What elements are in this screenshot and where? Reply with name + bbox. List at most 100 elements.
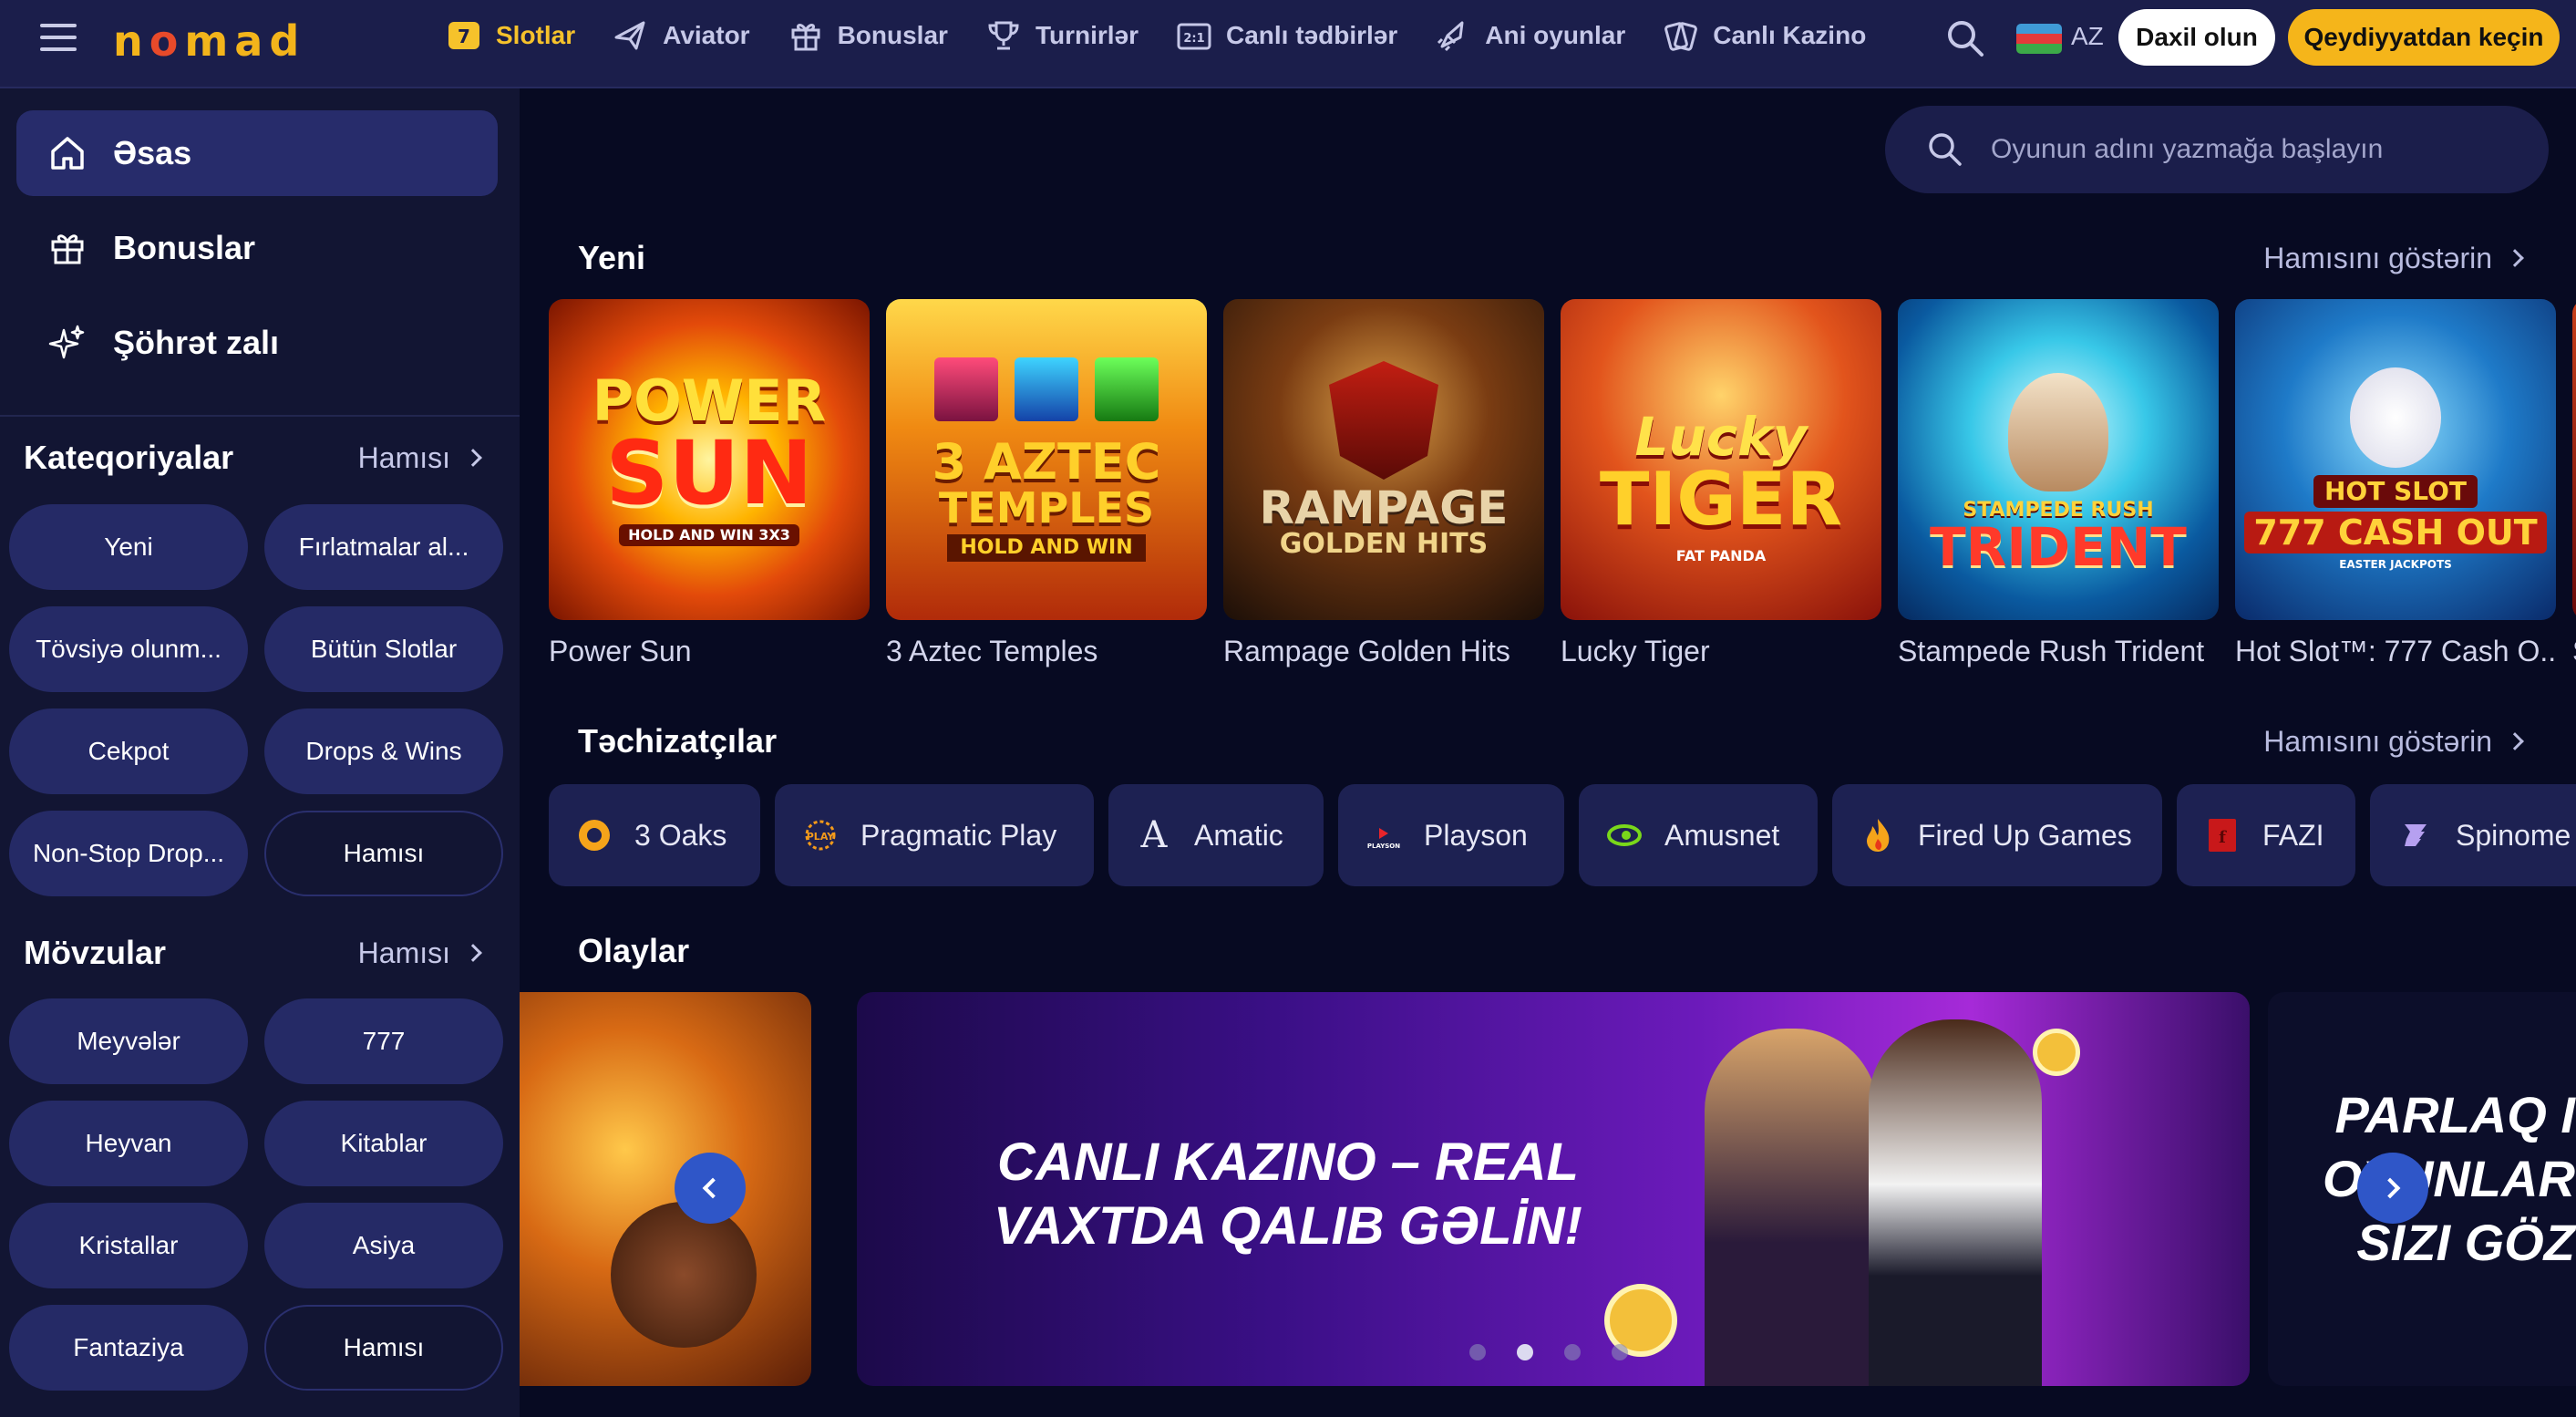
game-name: S bbox=[2572, 635, 2576, 668]
flag-az-icon[interactable] bbox=[2016, 24, 2062, 54]
game-name: Stampede Rush Trident bbox=[1898, 635, 2205, 667]
categories-header: Kateqoriyalar Hamısı bbox=[24, 439, 482, 477]
game-thumbnail: HOT SLOT 777 CASH OUT EASTER JACKPOTS bbox=[2235, 299, 2556, 620]
carousel-dot[interactable] bbox=[1564, 1344, 1581, 1360]
provider-card[interactable]: PLAY Pragmatic Play bbox=[775, 784, 1094, 886]
logo[interactable]: nomad bbox=[113, 16, 305, 66]
bunny-art bbox=[2350, 367, 2441, 468]
carousel-dot[interactable] bbox=[1612, 1344, 1628, 1360]
providers-header: Təchizatçılar Hamısını göstərin bbox=[578, 722, 2524, 760]
game-card[interactable]: Lucky TIGER FAT PANDA Lucky Tiger bbox=[1561, 299, 1881, 668]
event-banner-main[interactable]: CANLI KAZINO – REAL VAXTDA QALIB GƏLİN! bbox=[857, 992, 2250, 1386]
event-banner-title: CANLI KAZINO – REAL VAXTDA QALIB GƏLİN! bbox=[994, 1131, 1582, 1258]
carousel-next-button[interactable] bbox=[2357, 1153, 2428, 1224]
categories-all-link[interactable]: Hamısı bbox=[357, 440, 482, 475]
nav-item-canli-kazino[interactable]: Canlı Kazino bbox=[1660, 15, 1866, 57]
game-card[interactable]: S bbox=[2572, 299, 2576, 668]
game-card[interactable]: STAMPEDE RUSH TRIDENT Stampede Rush Trid… bbox=[1898, 299, 2219, 668]
theme-all-pill[interactable]: Hamısı bbox=[264, 1305, 503, 1391]
nav-item-turnirler[interactable]: Turnirlər bbox=[983, 15, 1139, 57]
pragmatic-icon: PLAY bbox=[802, 817, 839, 853]
events-carousel: CANLI KAZINO – REAL VAXTDA QALIB GƏLİN! P… bbox=[520, 992, 2576, 1386]
category-pill[interactable]: Drops & Wins bbox=[264, 708, 503, 794]
themes-all-link[interactable]: Hamısı bbox=[358, 936, 482, 970]
provider-card[interactable]: f FAZI bbox=[2177, 784, 2355, 886]
game-thumbnail: STAMPEDE RUSH TRIDENT bbox=[1898, 299, 2219, 620]
providers-title: Təchizatçılar bbox=[578, 722, 778, 760]
dealer-woman-art bbox=[1705, 1029, 1878, 1386]
fazi-icon: f bbox=[2204, 817, 2241, 853]
category-pill[interactable]: Fırlatmalar al... bbox=[264, 504, 503, 590]
provider-card[interactable]: 3 Oaks bbox=[549, 784, 760, 886]
game-card[interactable]: POWER SUN HOLD AND WIN 3X3 Power Sun bbox=[549, 299, 870, 668]
event-banner-line: VAXTDA QALIB GƏLİN! bbox=[994, 1196, 1582, 1256]
rocket-icon bbox=[1432, 15, 1474, 57]
game-thumbnail: Lucky TIGER FAT PANDA bbox=[1561, 299, 1881, 620]
game-search-input[interactable] bbox=[1991, 134, 2501, 165]
theme-pill[interactable]: Meyvələr bbox=[9, 998, 248, 1084]
game-name: Lucky Tiger bbox=[1561, 635, 1710, 667]
nav-item-aviator[interactable]: Aviator bbox=[610, 15, 750, 57]
provider-card[interactable]: Fired Up Games bbox=[1832, 784, 2162, 886]
provider-card[interactable]: Amusnet bbox=[1579, 784, 1818, 886]
nav-item-slotlar[interactable]: 7 Slotlar bbox=[443, 15, 575, 57]
carousel-prev-button[interactable] bbox=[675, 1153, 746, 1224]
new-games-header: Yeni Hamısını göstərin bbox=[578, 239, 2524, 277]
nav-label: Aviator bbox=[663, 21, 750, 49]
category-all-pill[interactable]: Hamısı bbox=[264, 811, 503, 896]
register-button[interactable]: Qeydiyyatdan keçin bbox=[2288, 9, 2560, 66]
search-icon[interactable] bbox=[1945, 18, 1985, 58]
game-card[interactable]: 3 AZTEC TEMPLES HOLD AND WIN 3 Aztec Tem… bbox=[886, 299, 1207, 668]
nav-item-canli-tedbirler[interactable]: 2:1 Canlı tədbirlər bbox=[1173, 15, 1397, 57]
provider-name: FAZI bbox=[2262, 818, 2324, 852]
providers-show-all[interactable]: Hamısını göstərin bbox=[2263, 725, 2524, 759]
provider-card[interactable]: A Amatic bbox=[1108, 784, 1324, 886]
category-pill[interactable]: Yeni bbox=[9, 504, 248, 590]
event-banner-left[interactable] bbox=[520, 992, 811, 1386]
nav-item-bonuslar[interactable]: Bonuslar bbox=[785, 15, 948, 57]
chevron-right-icon bbox=[2506, 249, 2524, 267]
themes-title: Mövzular bbox=[24, 934, 167, 971]
carousel-dot[interactable] bbox=[1517, 1344, 1533, 1360]
sidebar-item-sohret-zali[interactable]: Şöhrət zalı bbox=[16, 300, 498, 386]
scoreboard-icon: 2:1 bbox=[1173, 15, 1215, 57]
game-search-box[interactable] bbox=[1885, 106, 2549, 193]
game-card[interactable]: HOT SLOT 777 CASH OUT EASTER JACKPOTS Ho… bbox=[2235, 299, 2556, 668]
theme-pill[interactable]: Fantaziya bbox=[9, 1305, 248, 1391]
amusnet-eye-icon bbox=[1606, 817, 1643, 853]
nav-item-ani-oyunlar[interactable]: Ani oyunlar bbox=[1432, 15, 1625, 57]
game-name: Rampage Golden Hits bbox=[1223, 635, 1510, 667]
provider-card[interactable]: Spinome bbox=[2370, 784, 2576, 886]
theme-pill[interactable]: 777 bbox=[264, 998, 503, 1084]
themes-header: Mövzular Hamısı bbox=[24, 934, 482, 972]
nav-label: Bonuslar bbox=[837, 21, 948, 49]
provider-card[interactable]: PLAYSON Playson bbox=[1338, 784, 1564, 886]
nav-label: Canlı tədbirlər bbox=[1226, 21, 1398, 49]
theme-pill[interactable]: Kristallar bbox=[9, 1203, 248, 1288]
game-name: 3 Aztec Temples bbox=[886, 635, 1098, 667]
category-pill[interactable]: Tövsiyə olunm... bbox=[9, 606, 248, 692]
sidebar-item-bonuslar[interactable]: Bonuslar bbox=[16, 205, 498, 291]
game-thumbnail: POWER SUN HOLD AND WIN 3X3 bbox=[549, 299, 870, 620]
new-games-show-all[interactable]: Hamısını göstərin bbox=[2263, 242, 2524, 275]
svg-text:PLAY: PLAY bbox=[807, 831, 836, 843]
theme-pill[interactable]: Kitablar bbox=[264, 1101, 503, 1186]
nav-label: Ani oyunlar bbox=[1485, 21, 1626, 49]
categories-all-label: Hamısı bbox=[357, 440, 450, 474]
providers-row: 3 Oaks PLAY Pragmatic Play A Amatic PLAY… bbox=[549, 784, 2576, 888]
carousel-dot[interactable] bbox=[1469, 1344, 1486, 1360]
sidebar-item-esas[interactable]: Əsas bbox=[16, 110, 498, 196]
login-button[interactable]: Daxil olun bbox=[2118, 9, 2275, 66]
category-pill[interactable]: Bütün Slotlar bbox=[264, 606, 503, 692]
language-selector[interactable]: AZ bbox=[2071, 22, 2104, 51]
theme-pill[interactable]: Asiya bbox=[264, 1203, 503, 1288]
menu-icon[interactable] bbox=[40, 24, 77, 55]
sparkle-icon bbox=[48, 325, 85, 359]
game-card[interactable]: RAMPAGE GOLDEN HITS Rampage Golden Hits bbox=[1223, 299, 1544, 668]
category-pill[interactable]: Cekpot bbox=[9, 708, 248, 794]
theme-pill[interactable]: Heyvan bbox=[9, 1101, 248, 1186]
shield-art bbox=[1329, 361, 1438, 480]
sidebar-item-label: Şöhrət zalı bbox=[113, 324, 280, 361]
svg-text:PLAYSON: PLAYSON bbox=[1367, 843, 1400, 850]
category-pill[interactable]: Non-Stop Drop... bbox=[9, 811, 248, 896]
